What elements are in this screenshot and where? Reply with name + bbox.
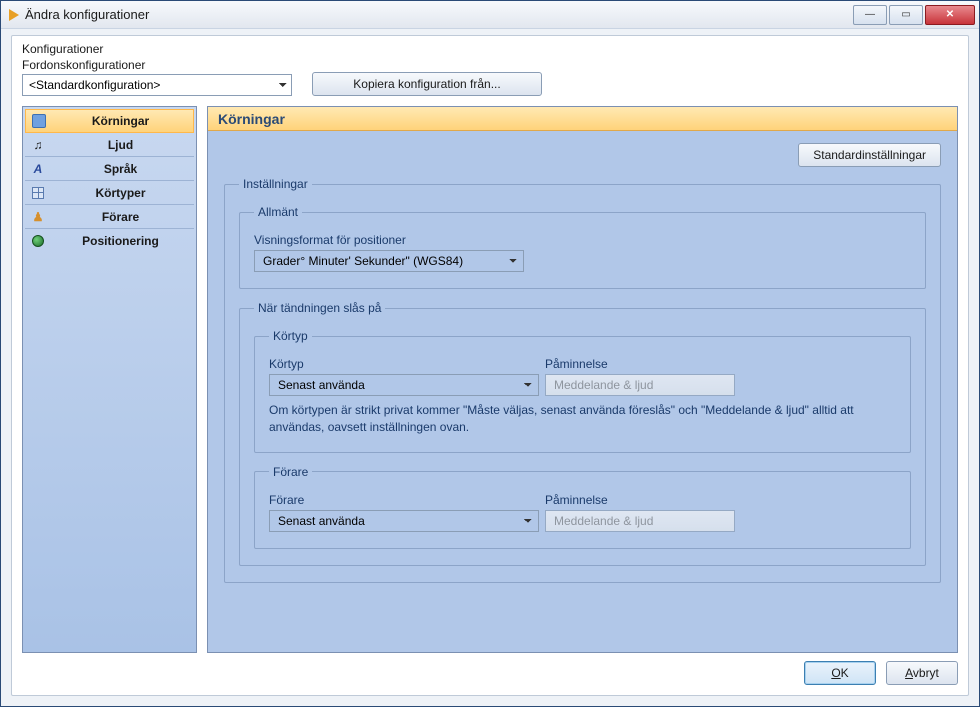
settings-fieldset: Inställningar Allmänt Visningsformat för… <box>224 177 941 583</box>
maximize-button[interactable]: ▭ <box>889 5 923 25</box>
top-config-row: Fordonskonfigurationer <Standardkonfigur… <box>22 58 958 96</box>
sidebar-item-label: Körtyper <box>53 186 188 200</box>
sidebar-item-forare[interactable]: ♟ Förare <box>25 205 194 229</box>
sidebar-item-ljud[interactable]: ♫ Ljud <box>25 133 194 157</box>
minimize-button[interactable]: — <box>853 5 887 25</box>
sidebar-item-korningar[interactable]: Körningar <box>25 109 194 133</box>
triptype-reminder-select: Meddelande & ljud <box>545 374 735 396</box>
sidebar-item-label: Körningar <box>54 114 187 128</box>
driver-label: Förare <box>269 493 539 507</box>
position-format-select[interactable]: Grader° Minuter' Sekunder" (WGS84) <box>254 250 524 272</box>
copy-config-button[interactable]: Kopiera konfiguration från... <box>312 72 542 96</box>
position-format-label: Visningsformat för positioner <box>254 233 911 247</box>
close-button[interactable]: ✕ <box>925 5 975 25</box>
language-icon: A <box>31 162 45 176</box>
sidebar-item-label: Förare <box>53 210 188 224</box>
sidebar-item-label: Språk <box>53 162 188 176</box>
globe-icon <box>31 234 45 248</box>
driver-legend: Förare <box>269 465 312 479</box>
title-bar: Ändra konfigurationer — ▭ ✕ <box>1 1 979 29</box>
konfig-label: Konfigurationer <box>22 42 958 56</box>
vehicle-config-label: Fordonskonfigurationer <box>22 58 292 72</box>
driver-reminder-label: Påminnelse <box>545 493 735 507</box>
ignition-legend: När tändningen slås på <box>254 301 385 315</box>
window: Ändra konfigurationer — ▭ ✕ Konfiguratio… <box>0 0 980 707</box>
sidebar-item-label: Positionering <box>53 234 188 248</box>
app-icon <box>9 9 19 21</box>
triptype-fieldset: Körtyp Körtyp Senast använda <box>254 329 911 453</box>
ignition-fieldset: När tändningen slås på Körtyp Körtyp Sen… <box>239 301 926 566</box>
settings-legend: Inställningar <box>239 177 312 191</box>
ok-button[interactable]: OK <box>804 661 876 685</box>
sidebar-item-kortyper[interactable]: Körtyper <box>25 181 194 205</box>
sidebar-item-positionering[interactable]: Positionering <box>25 229 194 253</box>
triptypes-icon <box>31 186 45 200</box>
triptype-legend: Körtyp <box>269 329 312 343</box>
sound-icon: ♫ <box>31 138 45 152</box>
sidebar: Körningar ♫ Ljud A Språk Körtyper <box>22 106 197 653</box>
driver-reminder-select: Meddelande & ljud <box>545 510 735 532</box>
sidebar-item-label: Ljud <box>53 138 188 152</box>
cancel-button[interactable]: Avbryt <box>886 661 958 685</box>
triptype-note: Om körtypen är strikt privat kommer "Mås… <box>269 402 896 436</box>
content-panel: Körningar Standardinställningar Inställn… <box>207 106 958 653</box>
dialog-body: Konfigurationer Fordonskonfigurationer <… <box>1 29 979 706</box>
dialog-footer: OK Avbryt <box>22 653 958 685</box>
run-icon <box>32 114 46 128</box>
triptype-reminder-label: Påminnelse <box>545 357 735 371</box>
driver-fieldset: Förare Förare Senast använda <box>254 465 911 549</box>
triptype-select[interactable]: Senast använda <box>269 374 539 396</box>
driver-icon: ♟ <box>31 210 45 224</box>
driver-select[interactable]: Senast använda <box>269 510 539 532</box>
triptype-label: Körtyp <box>269 357 539 371</box>
defaults-button[interactable]: Standardinställningar <box>798 143 941 167</box>
window-title: Ändra konfigurationer <box>25 7 853 22</box>
general-fieldset: Allmänt Visningsformat för positioner Gr… <box>239 205 926 289</box>
sidebar-item-sprak[interactable]: A Språk <box>25 157 194 181</box>
content-title: Körningar <box>208 107 957 131</box>
general-legend: Allmänt <box>254 205 302 219</box>
window-controls: — ▭ ✕ <box>853 5 975 25</box>
vehicle-config-select[interactable]: <Standardkonfiguration> <box>22 74 292 96</box>
